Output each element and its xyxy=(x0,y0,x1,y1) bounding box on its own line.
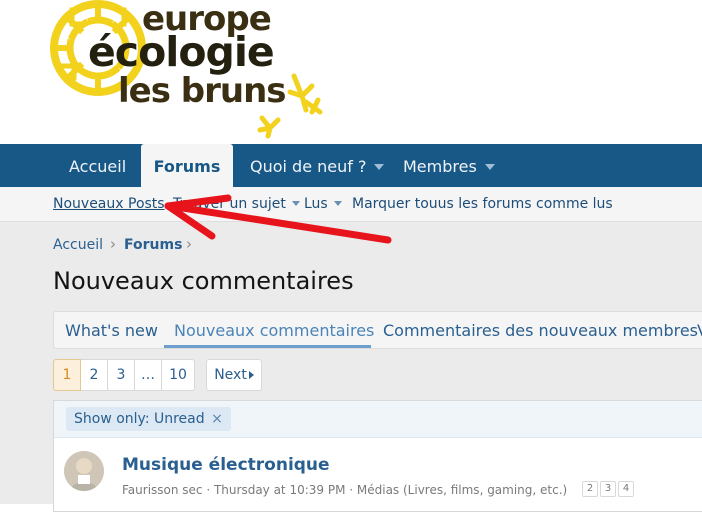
active-tab-indicator xyxy=(164,345,371,348)
tabs-bar: What's new Nouveaux commentaires Comment… xyxy=(53,311,702,349)
mark-forums-read-link[interactable]: Marquer touus les forums comme lus xyxy=(352,196,613,212)
tab-whats-new[interactable]: What's new xyxy=(65,321,158,340)
thread-meta: Faurisson sec · Thursday at 10:39 PM · M… xyxy=(122,483,568,497)
main-nav: Accueil Forums Quoi de neuf ? Membres xyxy=(0,144,702,187)
thread-title-link[interactable]: Musique électronique xyxy=(122,455,330,475)
nav-tab-forums[interactable]: Forums xyxy=(141,144,233,187)
thread-list: Show only: Unread × Musique électronique… xyxy=(53,400,702,512)
pagination: 1 2 3 … 10 xyxy=(53,359,195,391)
main-content: Accueil › Forums › Nouveaux commentaires… xyxy=(0,222,702,512)
avatar-image-icon xyxy=(64,451,104,491)
nav-tab-membres[interactable]: Membres xyxy=(403,144,495,187)
chevron-down-icon[interactable] xyxy=(374,164,385,170)
filter-label: Show only: Unread xyxy=(74,411,205,427)
sub-nav: Nouveaux Posts Trouver un sujet Lus Marq… xyxy=(0,187,702,222)
tab-new-posts[interactable]: Nouveaux commentaires xyxy=(174,321,374,340)
page-2-button[interactable]: 2 xyxy=(81,359,108,391)
thread-page-link[interactable]: 4 xyxy=(618,481,634,497)
thread-page-links: 2 3 4 xyxy=(582,481,634,497)
page-1-button[interactable]: 1 xyxy=(53,359,81,391)
page-3-button[interactable]: 3 xyxy=(108,359,135,391)
tab-overflow[interactable]: V xyxy=(697,321,702,340)
chevron-right-icon: › xyxy=(186,235,192,253)
arrow-right-icon xyxy=(248,371,254,379)
nav-tab-label: Quoi de neuf ? xyxy=(250,157,367,176)
avatar[interactable] xyxy=(64,451,104,491)
filter-bar: Show only: Unread × xyxy=(54,401,702,438)
page-title: Nouveaux commentaires xyxy=(53,267,354,295)
thread-page-link[interactable]: 3 xyxy=(600,481,616,497)
nav-tab-accueil[interactable]: Accueil xyxy=(69,144,126,187)
find-thread-link[interactable]: Trouver un sujet xyxy=(173,196,300,212)
next-label: Next xyxy=(214,367,247,383)
filter-chip-unread[interactable]: Show only: Unread × xyxy=(66,407,231,431)
close-icon[interactable]: × xyxy=(211,411,223,427)
chevron-down-icon[interactable] xyxy=(484,164,495,170)
page-10-button[interactable]: 10 xyxy=(162,359,195,391)
chevron-down-icon xyxy=(291,201,300,206)
site-logo[interactable]: europe écologie les bruns xyxy=(50,0,330,140)
thread-page-link[interactable]: 2 xyxy=(582,481,598,497)
breadcrumb-forums[interactable]: Forums xyxy=(124,237,182,253)
breadcrumb-home[interactable]: Accueil xyxy=(53,237,103,253)
find-thread-label: Trouver un sujet xyxy=(173,196,286,212)
page-ellipsis-button[interactable]: … xyxy=(135,359,162,391)
nav-tab-quoi-de-neuf[interactable]: Quoi de neuf ? xyxy=(250,144,385,187)
chevron-down-icon xyxy=(333,201,342,206)
read-label: Lus xyxy=(304,196,328,212)
site-header: europe écologie les bruns xyxy=(0,0,702,144)
logo-text-ecologie: écologie xyxy=(88,28,275,76)
chevron-right-icon: › xyxy=(110,235,116,253)
logo-text-les-bruns: les bruns xyxy=(118,71,287,111)
nav-tab-label: Accueil xyxy=(69,157,127,176)
next-page-button[interactable]: Next xyxy=(206,359,262,391)
read-link[interactable]: Lus xyxy=(304,196,342,212)
new-posts-link[interactable]: Nouveaux Posts xyxy=(53,196,165,212)
nav-tab-label: Forums xyxy=(153,157,221,176)
tab-new-member-posts[interactable]: Commentaires des nouveaux membres xyxy=(383,321,698,340)
nav-tab-label: Membres xyxy=(403,157,477,176)
